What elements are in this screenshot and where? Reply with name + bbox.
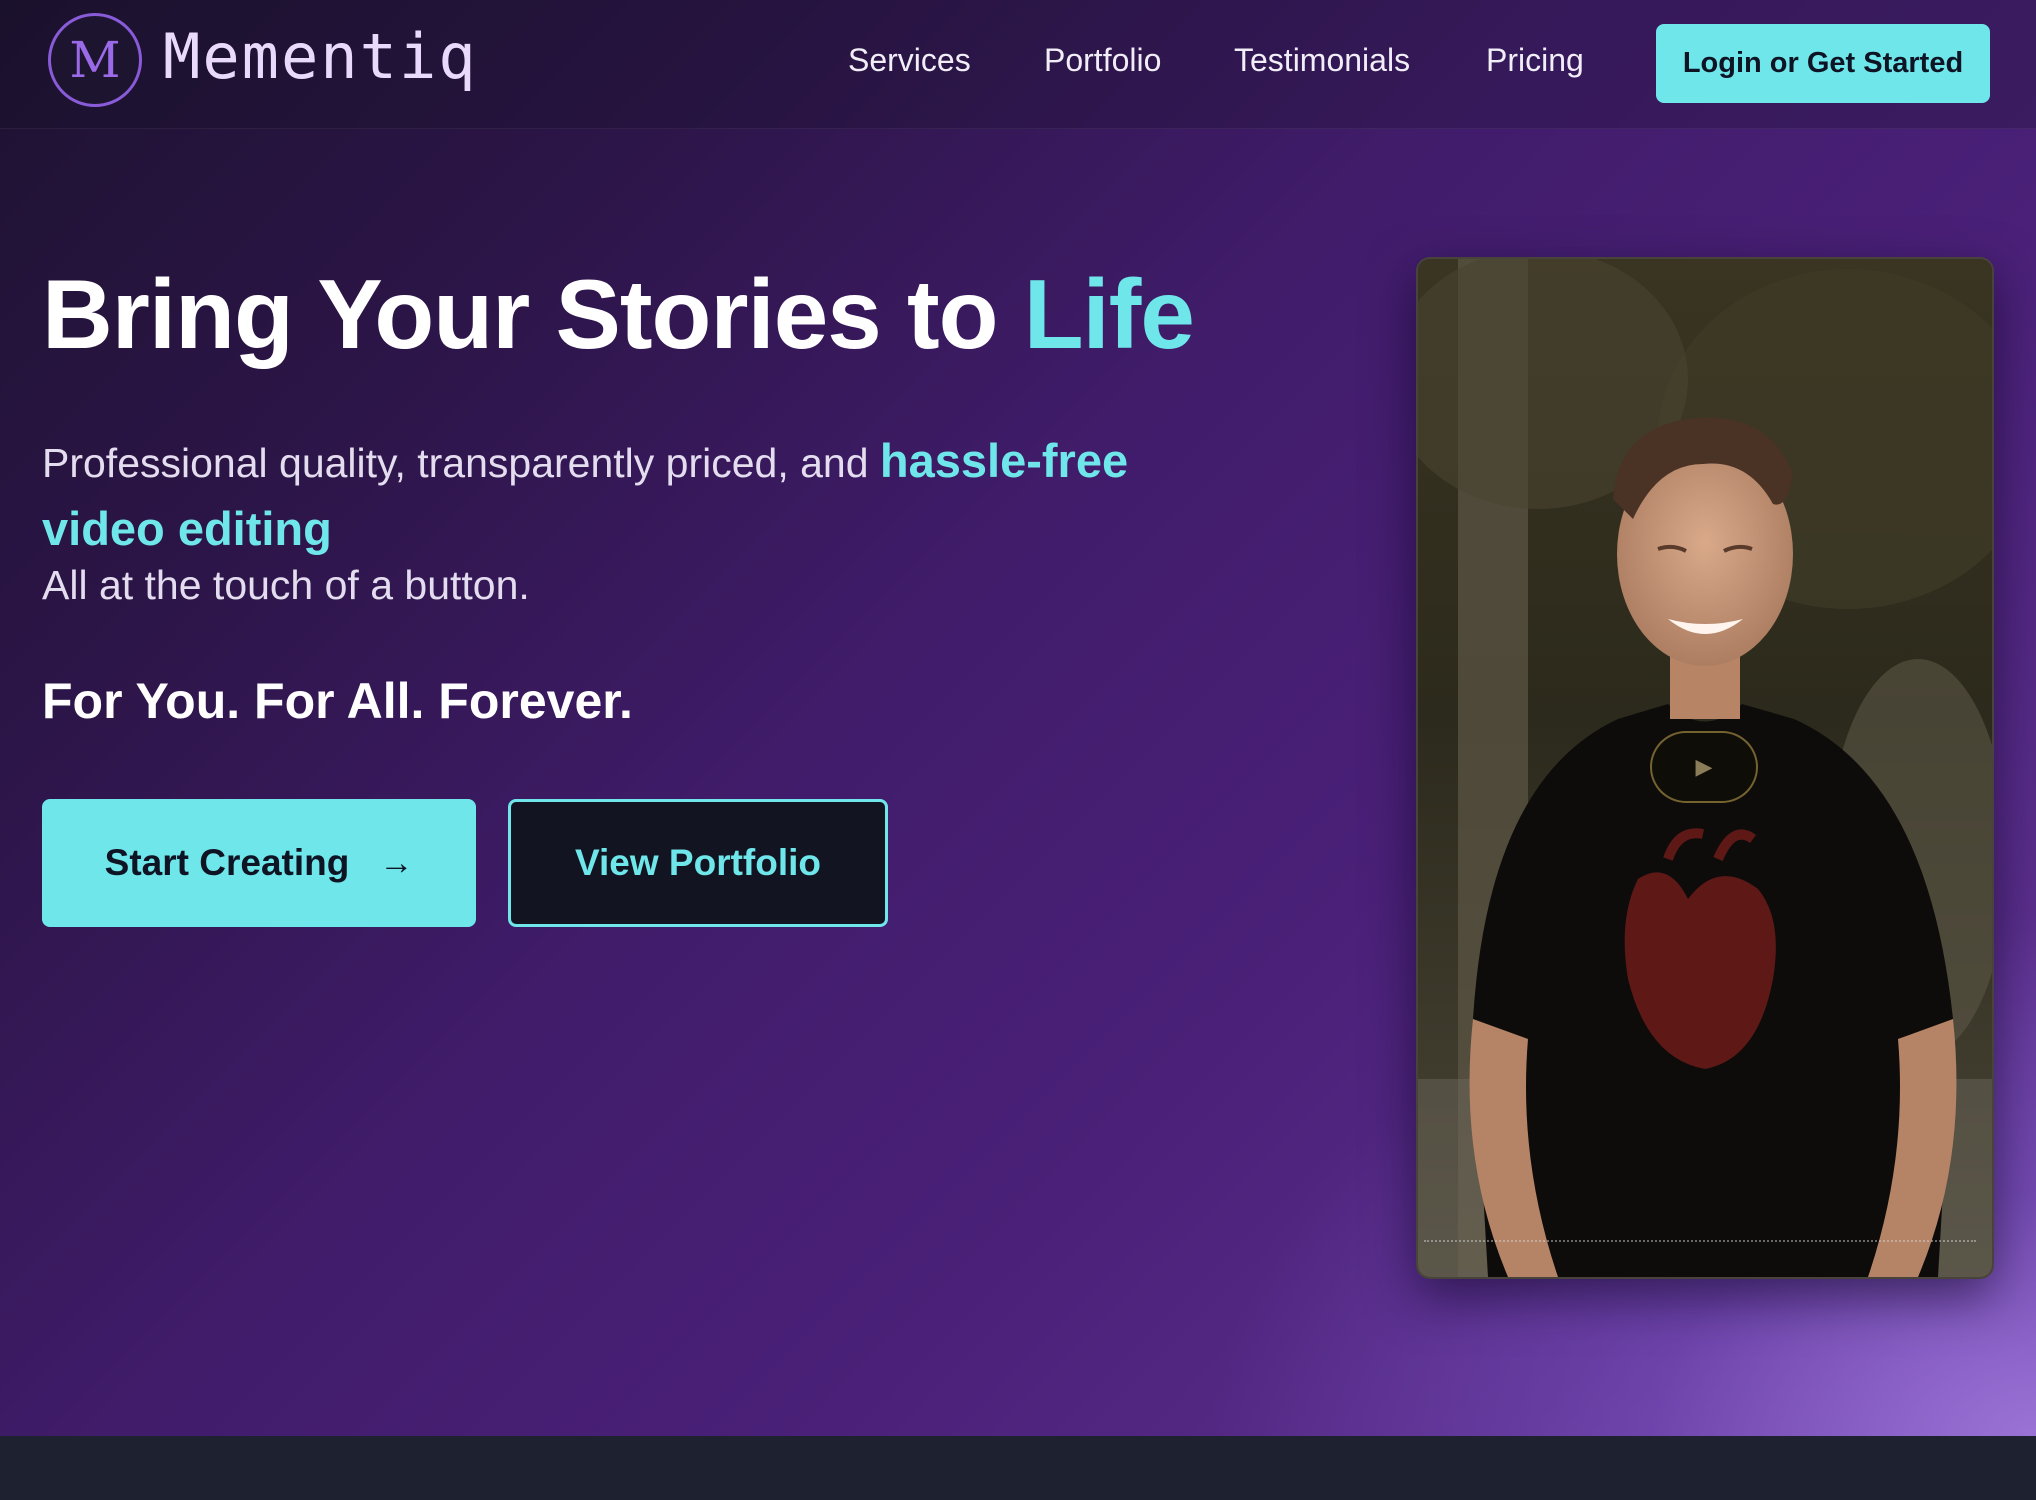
- logo-badge[interactable]: M: [48, 13, 142, 107]
- hero-subline: All at the touch of a button.: [42, 562, 530, 608]
- login-get-started-button[interactable]: Login or Get Started: [1656, 24, 1990, 103]
- start-creating-label: Start Creating: [104, 842, 350, 883]
- nav-link-testimonials[interactable]: Testimonials: [1234, 42, 1410, 79]
- view-portfolio-button[interactable]: View Portfolio: [508, 799, 888, 927]
- page-title: Bring Your Stories to Life: [42, 258, 1195, 371]
- headline-accent: Life: [1023, 259, 1195, 369]
- hero-subtitle: Professional quality, transparently pric…: [42, 428, 1242, 564]
- start-creating-button[interactable]: Start Creating →: [42, 799, 476, 927]
- nav-link-services[interactable]: Services: [848, 42, 971, 79]
- video-progress-track[interactable]: [1424, 1240, 1976, 1242]
- arrow-right-icon: →: [379, 843, 414, 882]
- nav-link-portfolio[interactable]: Portfolio: [1044, 42, 1161, 79]
- headline-main: Bring Your Stories to: [42, 259, 1024, 369]
- brand-name[interactable]: Mementiq: [163, 20, 478, 93]
- hero-section: M Mementiq Services Portfolio Testimonia…: [0, 0, 2036, 1436]
- hero-tagline: For You. For All. Forever.: [42, 673, 633, 729]
- subtitle-plain: Professional quality, transparently pric…: [42, 440, 880, 486]
- play-icon[interactable]: ▶: [1650, 731, 1758, 803]
- nav-link-pricing[interactable]: Pricing: [1486, 42, 1584, 79]
- site-header: M Mementiq Services Portfolio Testimonia…: [0, 0, 2036, 129]
- footer-band: [0, 1436, 2036, 1500]
- view-portfolio-label: View Portfolio: [574, 842, 821, 883]
- logo-letter: M: [69, 31, 121, 89]
- hero-video[interactable]: ▶: [1416, 257, 1994, 1279]
